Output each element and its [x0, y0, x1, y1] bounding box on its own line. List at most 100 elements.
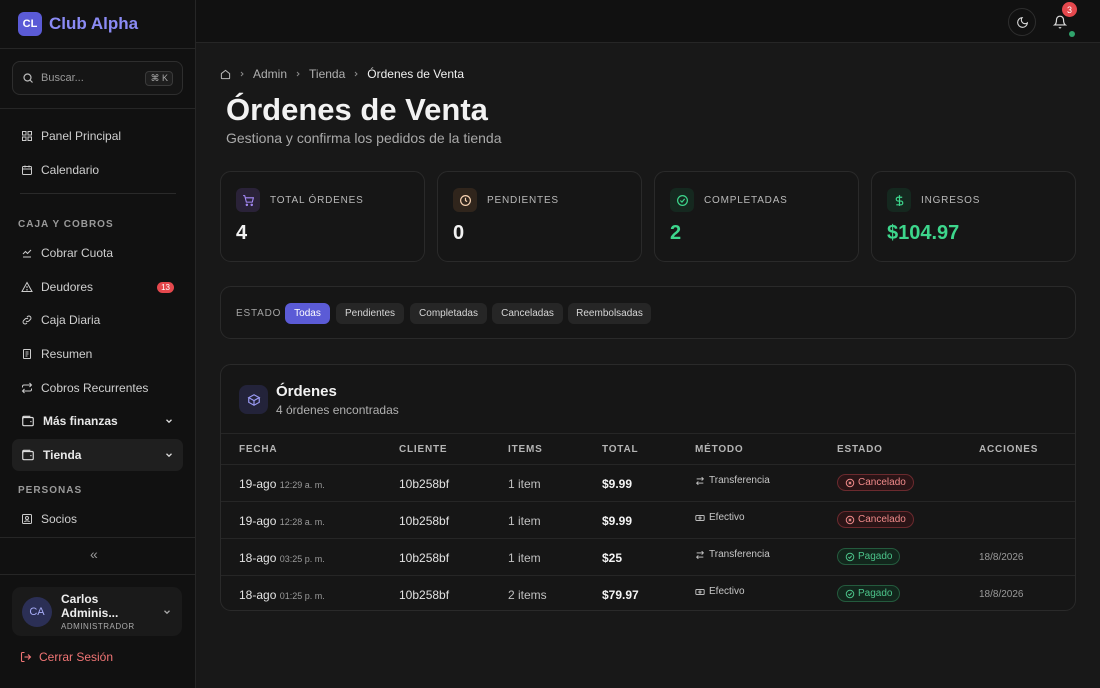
order-client: 10b258bf: [399, 588, 450, 602]
chevron-down-icon: [164, 450, 174, 460]
receipt-icon: [21, 348, 33, 360]
sidebar-item-label: Cobros Recurrentes: [41, 381, 149, 395]
column-header-metodo[interactable]: MÉTODO: [695, 444, 744, 455]
order-action-date: 18/8/2026: [979, 552, 1024, 563]
check-circle-icon: [670, 188, 694, 212]
sidebar-item-resumen[interactable]: Resumen: [12, 338, 183, 370]
package-icon: [239, 385, 268, 414]
user-name: Carlos Adminis...: [61, 592, 119, 620]
column-header-estado[interactable]: ESTADO: [837, 444, 883, 455]
filter-chip-pendientes[interactable]: Pendientes: [336, 303, 404, 324]
column-header-items[interactable]: ITEMS: [508, 444, 543, 455]
divider: [0, 574, 195, 575]
sidebar-item-cobrar[interactable]: Cobrar Cuota: [12, 237, 183, 269]
order-client: 10b258bf: [399, 514, 450, 528]
sidebar-item-label: Resumen: [41, 347, 93, 361]
user-info: Carlos Adminis... ADMINISTRADOR: [61, 592, 153, 631]
breadcrumb-tienda[interactable]: Tienda: [309, 67, 345, 81]
stat-label: COMPLETADAS: [704, 195, 788, 206]
online-status-dot: [1069, 31, 1075, 37]
sidebar-item-label: Calendario: [41, 163, 100, 177]
sidebar-group-tienda[interactable]: Tienda: [12, 439, 183, 471]
order-date: 18-ago 03:25 p. m.: [239, 551, 325, 565]
order-time: 03:25 p. m.: [279, 554, 325, 564]
sidebar-item-calendar[interactable]: Calendario: [12, 154, 183, 186]
filter-chip-todas[interactable]: Todas: [285, 303, 330, 324]
search-shortcut: ⌘ K: [145, 70, 173, 86]
search-input[interactable]: Buscar... ⌘ K: [12, 61, 183, 95]
chevron-down-icon: [164, 416, 174, 426]
order-action-date: 18/8/2026: [979, 589, 1024, 600]
sidebar-item-socios[interactable]: Socios: [12, 503, 183, 535]
topbar: 3: [196, 0, 1100, 43]
divider: [0, 108, 195, 109]
sidebar-item-deudores[interactable]: Deudores 13: [12, 271, 183, 303]
search-placeholder: Buscar...: [41, 72, 84, 84]
order-method: Transferencia: [695, 549, 770, 560]
sidebar: CL Club Alpha Buscar... ⌘ K Panel Princi…: [0, 0, 196, 688]
table-row[interactable]: 18-ago 03:25 p. m. 10b258bf 1 item $25 T…: [221, 539, 1075, 576]
order-items: 1 item: [508, 514, 541, 528]
stat-label: TOTAL ÓRDENES: [270, 195, 364, 206]
section-label-caja: CAJA Y COBROS: [18, 219, 114, 230]
calendar-icon: [21, 164, 33, 176]
order-client: 10b258bf: [399, 477, 450, 491]
collapse-sidebar-button[interactable]: «: [90, 546, 98, 562]
table-row[interactable]: 19-ago 12:29 a. m. 10b258bf 1 item $9.99…: [221, 465, 1075, 502]
order-total: $9.99: [602, 477, 633, 491]
status-filter-bar: ESTADO Todas Pendientes Completadas Canc…: [220, 286, 1076, 339]
table-row[interactable]: 18-ago 01:25 p. m. 10b258bf 2 items $79.…: [221, 576, 1075, 610]
status-badge: Pagado: [837, 585, 901, 602]
sidebar-item-label: Caja Diaria: [41, 313, 101, 327]
order-items: 2 items: [508, 588, 547, 602]
column-header-cliente[interactable]: CLIENTE: [399, 444, 447, 455]
dollar-icon: [887, 188, 911, 212]
column-header-total[interactable]: TOTAL: [602, 444, 638, 455]
chevron-right-icon: [294, 70, 302, 78]
sidebar-item-panel[interactable]: Panel Principal: [12, 120, 183, 152]
sidebar-item-recurrentes[interactable]: Cobros Recurrentes: [12, 372, 183, 404]
order-client: 10b258bf: [399, 551, 450, 565]
order-method: Transferencia: [695, 475, 770, 486]
bell-icon: [1053, 15, 1067, 29]
sidebar-item-label: Socios: [41, 512, 78, 526]
stat-card-ingresos: INGRESOS $104.97: [871, 171, 1076, 262]
logout-label: Cerrar Sesión: [39, 650, 114, 664]
order-items: 1 item: [508, 477, 541, 491]
brand[interactable]: CL Club Alpha: [18, 12, 138, 36]
table-row[interactable]: 19-ago 12:28 a. m. 10b258bf 1 item $9.99…: [221, 502, 1075, 539]
stat-label: INGRESOS: [921, 195, 981, 206]
transfer-icon: [695, 550, 705, 560]
user-menu[interactable]: CA Carlos Adminis... ADMINISTRADOR: [12, 587, 182, 636]
column-header-fecha[interactable]: FECHA: [239, 444, 277, 455]
home-icon[interactable]: [220, 69, 231, 80]
theme-toggle-button[interactable]: [1008, 8, 1036, 36]
cart-icon: [236, 188, 260, 212]
sidebar-group-label: Más finanzas: [43, 414, 118, 428]
sidebar-item-label: Deudores: [41, 280, 94, 294]
order-date: 19-ago 12:29 a. m.: [239, 477, 325, 491]
check-circle-icon: [845, 552, 855, 562]
divider: [20, 193, 176, 194]
sidebar-group-mas-finanzas[interactable]: Más finanzas: [12, 405, 183, 437]
logout-button[interactable]: Cerrar Sesión: [20, 650, 113, 664]
chevron-right-icon: [238, 70, 246, 78]
order-items: 1 item: [508, 551, 541, 565]
clock-icon: [453, 188, 477, 212]
filter-label: ESTADO: [236, 308, 282, 319]
breadcrumb-admin[interactable]: Admin: [253, 67, 287, 81]
dashboard-icon: [21, 130, 33, 142]
filter-chip-completadas[interactable]: Completadas: [410, 303, 487, 324]
table-header: FECHA CLIENTE ITEMS TOTAL MÉTODO ESTADO …: [221, 433, 1075, 465]
sidebar-item-caja-diaria[interactable]: Caja Diaria: [12, 304, 183, 336]
stat-value: 0: [453, 222, 465, 244]
filter-chip-canceladas[interactable]: Canceladas: [492, 303, 563, 324]
cash-icon: [695, 587, 705, 597]
moon-icon: [1016, 16, 1029, 29]
status-badge: Cancelado: [837, 511, 914, 528]
orders-title: Órdenes: [276, 383, 337, 400]
store-icon: [21, 448, 35, 462]
check-circle-icon: [845, 589, 855, 599]
sidebar-item-label: Panel Principal: [41, 129, 122, 143]
filter-chip-reembolsadas[interactable]: Reembolsadas: [568, 303, 651, 324]
